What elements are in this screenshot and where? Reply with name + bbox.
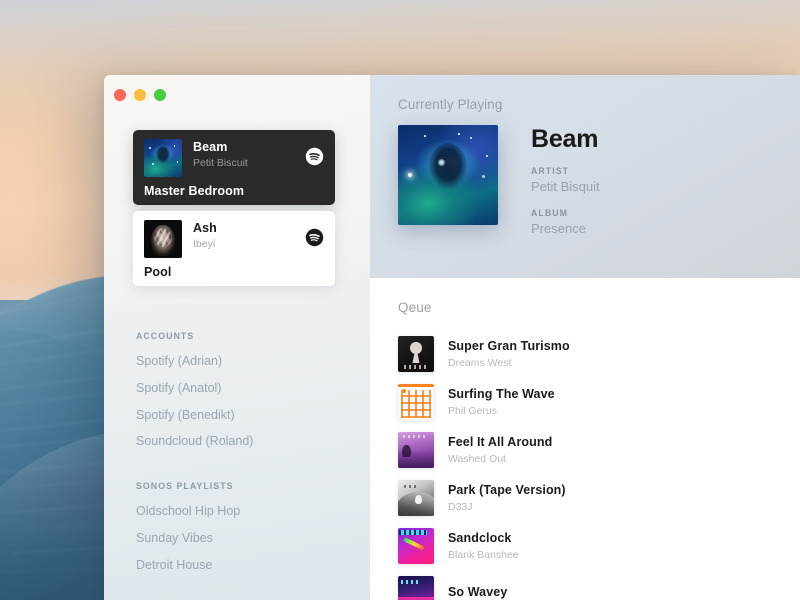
queue-item-title: So Wavey bbox=[448, 585, 507, 600]
album-label: ALBUM bbox=[531, 208, 600, 218]
queue-item-meta: So Wavey bbox=[448, 585, 507, 600]
queue-item[interactable]: Sandclock Blank Banshee bbox=[398, 522, 800, 570]
room-card-track-meta: Ash Ibeyi bbox=[193, 220, 294, 253]
artist-value: Petit Bisquit bbox=[531, 179, 600, 194]
queue-panel: Qeue Super Gran Turismo Dreams West bbox=[370, 278, 800, 600]
queue-list: Super Gran Turismo Dreams West Surfing T… bbox=[398, 330, 800, 600]
queue-item-meta: Park (Tape Version) D33J bbox=[448, 483, 566, 513]
queue-title: Qeue bbox=[398, 300, 800, 315]
room-name-label: Master Bedroom bbox=[144, 184, 324, 198]
queue-item[interactable]: Feel It All Around Washed Out bbox=[398, 426, 800, 474]
album-art-feel-it-all-around bbox=[398, 432, 434, 468]
queue-item-artist: D33J bbox=[448, 501, 566, 513]
room-card-top: Ash Ibeyi bbox=[144, 220, 324, 258]
album-art-ash bbox=[144, 220, 182, 258]
now-playing-title: Currently Playing bbox=[398, 97, 800, 112]
queue-item-meta: Surfing The Wave Phil Gerus bbox=[448, 387, 555, 417]
sidebar-item-account-2[interactable]: Spotify (Benedikt) bbox=[136, 409, 356, 423]
room-name-label: Pool bbox=[144, 265, 324, 279]
album-art-surfing-the-wave bbox=[398, 384, 434, 420]
artist-label: ARTIST bbox=[531, 166, 600, 176]
content-area: Currently Playing Beam bbox=[370, 75, 800, 600]
queue-item[interactable]: Park (Tape Version) D33J bbox=[398, 474, 800, 522]
sidebar-item-account-1[interactable]: Spotify (Anatol) bbox=[136, 382, 356, 396]
now-playing-info: Beam ARTIST Petit Bisquit ALBUM Presence bbox=[531, 125, 600, 236]
room-card-track-meta: Beam Petit Biscuit bbox=[193, 139, 294, 172]
room-track-title: Ash bbox=[193, 221, 294, 235]
zoom-button[interactable] bbox=[154, 89, 166, 101]
now-playing-body: Beam ARTIST Petit Bisquit ALBUM Presence bbox=[398, 125, 800, 236]
queue-item[interactable]: Surfing The Wave Phil Gerus bbox=[398, 378, 800, 426]
now-playing-track-title: Beam bbox=[531, 127, 600, 152]
now-playing-artist-field: ARTIST Petit Bisquit bbox=[531, 166, 600, 194]
album-value: Presence bbox=[531, 221, 600, 236]
room-card-pool[interactable]: Ash Ibeyi Pool bbox=[133, 211, 335, 286]
queue-item-title: Feel It All Around bbox=[448, 435, 552, 451]
accounts-section: ACCOUNTS Spotify (Adrian) Spotify (Anato… bbox=[136, 331, 356, 462]
queue-item-artist: Dreams West bbox=[448, 357, 570, 369]
room-card-top: Beam Petit Biscuit bbox=[144, 139, 324, 177]
now-playing-album-field: ALBUM Presence bbox=[531, 208, 600, 236]
album-art-sandclock bbox=[398, 528, 434, 564]
playlists-section: SONOS PLAYLISTS Oldschool Hip Hop Sunday… bbox=[136, 481, 356, 585]
album-art-beam bbox=[144, 139, 182, 177]
album-art-so-wavey bbox=[398, 576, 434, 600]
window-traffic-lights bbox=[114, 89, 166, 101]
queue-item-title: Surfing The Wave bbox=[448, 387, 555, 403]
queue-item-meta: Super Gran Turismo Dreams West bbox=[448, 339, 570, 369]
close-button[interactable] bbox=[114, 89, 126, 101]
sidebar-item-playlist-1[interactable]: Sunday Vibes bbox=[136, 532, 356, 546]
minimize-button[interactable] bbox=[134, 89, 146, 101]
queue-item[interactable]: So Wavey bbox=[398, 570, 800, 600]
sidebar-item-playlist-0[interactable]: Oldschool Hip Hop bbox=[136, 505, 356, 519]
queue-item-artist: Phil Gerus bbox=[448, 405, 555, 417]
playlists-header: SONOS PLAYLISTS bbox=[136, 481, 356, 491]
app-window: Beam Petit Biscuit Master Bedroom bbox=[104, 75, 800, 600]
queue-item[interactable]: Super Gran Turismo Dreams West bbox=[398, 330, 800, 378]
album-art-super-gran-turismo bbox=[398, 336, 434, 372]
now-playing-panel: Currently Playing Beam bbox=[370, 75, 800, 278]
sidebar: Beam Petit Biscuit Master Bedroom bbox=[104, 75, 370, 600]
album-art-large-beam bbox=[398, 125, 498, 225]
queue-item-title: Park (Tape Version) bbox=[448, 483, 566, 499]
accounts-header: ACCOUNTS bbox=[136, 331, 356, 341]
queue-item-title: Sandclock bbox=[448, 531, 519, 547]
room-card-master-bedroom[interactable]: Beam Petit Biscuit Master Bedroom bbox=[133, 130, 335, 205]
sidebar-item-playlist-2[interactable]: Detroit House bbox=[136, 559, 356, 573]
queue-item-title: Super Gran Turismo bbox=[448, 339, 570, 355]
queue-item-artist: Blank Banshee bbox=[448, 549, 519, 561]
spotify-icon[interactable] bbox=[305, 228, 324, 247]
room-track-title: Beam bbox=[193, 140, 294, 154]
queue-item-artist: Washed Out bbox=[448, 453, 552, 465]
spotify-icon[interactable] bbox=[305, 147, 324, 166]
queue-item-meta: Sandclock Blank Banshee bbox=[448, 531, 519, 561]
sidebar-item-account-3[interactable]: Soundcloud (Roland) bbox=[136, 435, 356, 449]
room-track-artist: Ibeyi bbox=[193, 237, 294, 253]
queue-item-meta: Feel It All Around Washed Out bbox=[448, 435, 552, 465]
sidebar-item-account-0[interactable]: Spotify (Adrian) bbox=[136, 355, 356, 369]
album-art-park-tape-version bbox=[398, 480, 434, 516]
room-track-artist: Petit Biscuit bbox=[193, 156, 294, 172]
